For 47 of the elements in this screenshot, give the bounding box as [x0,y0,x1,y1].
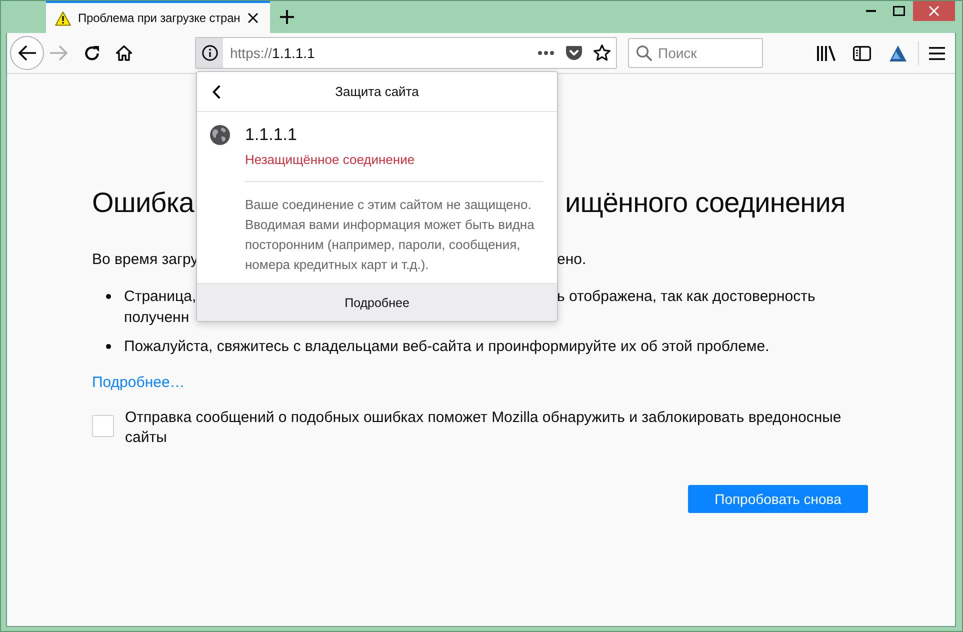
more-info-button[interactable]: Подробнее [197,283,557,321]
bullet-text: полученн [124,309,190,326]
star-icon [593,44,611,62]
arrow-right-icon [50,45,68,61]
maximize-icon [893,6,905,16]
chevron-shield-icon [565,45,583,61]
warning-icon [55,10,71,26]
sidebar-icon [853,46,871,60]
minimize-icon [866,10,876,12]
info-icon [202,45,218,61]
error-heading: ищённого соединения [564,186,846,220]
reload-icon [84,45,100,61]
more-dots-icon [538,51,554,55]
back-button[interactable] [10,36,44,70]
close-icon [929,6,939,16]
report-checkbox[interactable] [92,415,114,437]
menu-icon [929,46,945,60]
plus-icon [280,10,294,24]
panel-title: Защита сайта [334,84,420,99]
globe-icon [210,125,230,145]
url-text: https://1.1.1.1 [229,45,316,61]
search-icon [636,45,652,61]
site-info-button[interactable] [196,38,223,68]
triangle-icon [889,44,907,62]
bullet-text: Пожалуйста, свяжитесь с владельцами веб-сайта и проинформируйте их об этой проблеме. [124,338,770,355]
bullet-text: ь отображена, так как достоверность [557,287,816,307]
close-window-button[interactable] [913,1,955,21]
bookshelf-icon [816,45,836,61]
report-label: Отправка сообщений о подобных ошибках поможет Mozilla обнаружить и заблокировать вредоносные сайты [125,408,842,448]
close-icon [248,13,258,23]
address-bar[interactable]: https://1.1.1.1 [195,37,617,69]
site-host: 1.1.1.1 [245,124,298,146]
arrow-left-icon [18,45,36,61]
home-icon [116,45,132,61]
browser-tab[interactable]: Проблема при загрузке стран [46,1,270,33]
close-tab-button[interactable] [246,11,260,25]
error-text: Во время загру [92,250,195,270]
error-text: ено. [557,250,588,270]
security-description: Ваше соединение с этим сайтом не защищено. Вводимая вами информация может быть видна посторонним (например, пароли, сообщения, номера кредитных карт и т.д.). [245,196,536,274]
bullet-icon [106,344,111,349]
connection-status: Незащищённое соединение [245,151,416,169]
bullet-icon [106,294,111,299]
error-heading: Ошибка [92,186,195,220]
search-field[interactable]: Поиск [628,38,763,68]
bullet-text: Страница, [124,287,195,307]
retry-button[interactable]: Попробовать снова [688,485,868,513]
chevron-left-icon [212,84,220,98]
